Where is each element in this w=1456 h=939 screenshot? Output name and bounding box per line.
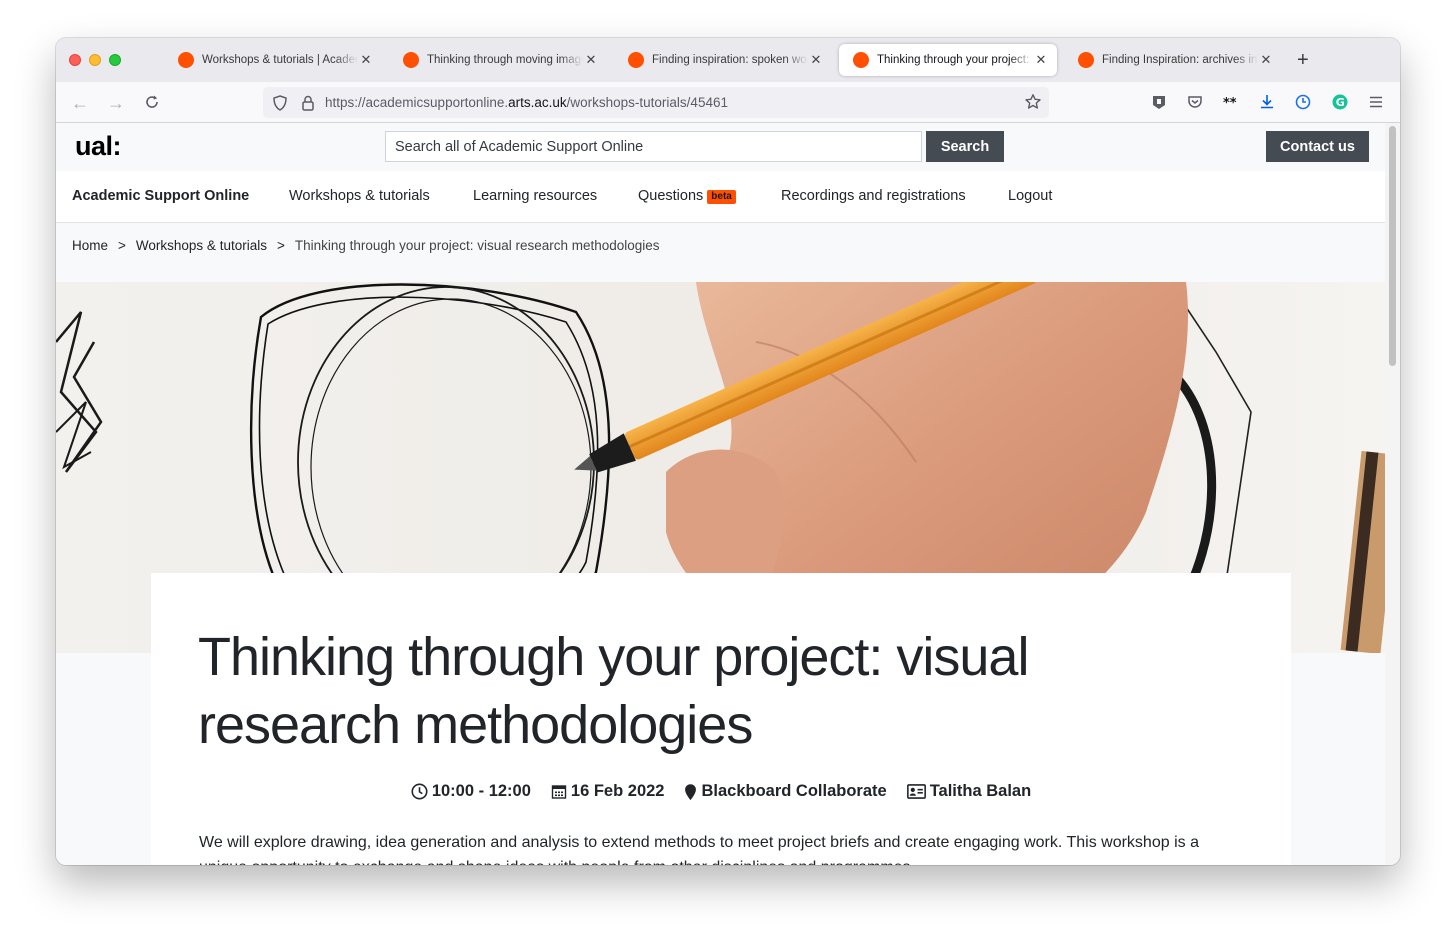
tab-title: Thinking through your project: visual re… <box>877 54 1033 66</box>
nav-item-recordings[interactable]: Recordings and registrations <box>781 188 966 204</box>
site-search-input[interactable] <box>385 131 922 162</box>
ual-favicon-icon <box>178 52 194 68</box>
extension-icon[interactable] <box>1150 93 1168 111</box>
svg-text:**: ** <box>1223 96 1237 111</box>
close-tab-icon[interactable]: ✕ <box>1033 52 1049 68</box>
event-time: 10:00 - 12:00 <box>411 782 531 801</box>
tab-strip: Workshops & tutorials | Academic Support… <box>56 38 1400 82</box>
search-button[interactable]: Search <box>926 131 1004 162</box>
nav-item-questions-label: Questions <box>638 188 704 204</box>
ual-favicon-icon <box>1078 52 1094 68</box>
download-icon[interactable] <box>1258 93 1276 111</box>
browser-tab[interactable]: Workshops & tutorials | Academic Support… <box>164 44 382 76</box>
nav-item-logout[interactable]: Logout <box>1008 188 1052 204</box>
page-viewport: ual: Search Contact us Academic Support … <box>56 123 1385 865</box>
grammarly-icon[interactable]: G <box>1331 93 1349 111</box>
back-arrow-icon[interactable]: ← <box>69 92 91 114</box>
close-window-button[interactable] <box>69 54 81 66</box>
id-card-icon <box>906 784 926 799</box>
url-text[interactable]: https://academicsupportonline.arts.ac.uk… <box>325 95 728 110</box>
browser-tab-active[interactable]: Thinking through your project: visual re… <box>839 44 1057 76</box>
breadcrumb: Home > Workshops & tutorials > Thinking thro… <box>72 238 660 253</box>
breadcrumb-section-link[interactable]: Workshops & tutorials <box>136 238 267 253</box>
page-scrollbar[interactable] <box>1385 123 1400 865</box>
hamburger-menu-icon[interactable] <box>1367 93 1385 111</box>
extension-stars-icon[interactable]: ** <box>1222 93 1240 111</box>
main-navigation: Academic Support Online Workshops & tuto… <box>56 171 1385 223</box>
beta-badge: beta <box>707 190 736 204</box>
nav-item-learning-resources[interactable]: Learning resources <box>473 188 597 204</box>
breadcrumb-current: Thinking through your project: visual re… <box>294 238 660 253</box>
tracking-shield-icon[interactable] <box>271 94 289 112</box>
site-header: ual: Search Contact us <box>56 123 1385 171</box>
event-date-text: 16 Feb 2022 <box>570 782 665 800</box>
event-location: Blackboard Collaborate <box>684 782 887 801</box>
ual-favicon-icon <box>628 52 644 68</box>
minimize-window-button[interactable] <box>89 54 101 66</box>
maximize-window-button[interactable] <box>109 54 121 66</box>
nav-item-questions[interactable]: Questions beta <box>638 188 736 204</box>
event-card: Thinking through your project: visual re… <box>151 573 1291 865</box>
nav-brand-link[interactable]: Academic Support Online <box>72 188 249 204</box>
tab-title: Finding Inspiration: archives in context <box>1102 54 1258 66</box>
event-date: 16 Feb 2022 <box>551 782 665 801</box>
pocket-icon[interactable] <box>1186 93 1204 111</box>
breadcrumb-separator: > <box>276 238 285 253</box>
tab-title: Workshops & tutorials | Academic Support… <box>202 54 358 66</box>
new-tab-plus-icon[interactable]: + <box>1297 49 1309 72</box>
event-host-text: Talitha Balan <box>929 782 1032 800</box>
event-location-text: Blackboard Collaborate <box>701 782 887 800</box>
page-title: Thinking through your project: visual re… <box>198 627 1029 755</box>
browser-tab[interactable]: Finding Inspiration: archives in context… <box>1064 44 1282 76</box>
event-host: Talitha Balan <box>906 782 1032 801</box>
browser-tab[interactable]: Thinking through moving image ✕ <box>389 44 607 76</box>
nav-item-workshops[interactable]: Workshops & tutorials <box>289 188 430 204</box>
bookmark-star-icon[interactable] <box>1024 93 1042 111</box>
tab-title: Finding inspiration: spoken word <box>652 54 808 66</box>
map-pin-icon <box>685 783 697 800</box>
calendar-icon <box>551 785 567 799</box>
breadcrumb-separator: > <box>118 238 126 253</box>
clock-icon <box>411 783 428 800</box>
forward-arrow-icon[interactable]: → <box>105 92 127 114</box>
browser-toolbar: ← → https://academicsupportonline.arts.a… <box>56 82 1400 123</box>
scrollbar-thumb[interactable] <box>1389 126 1396 366</box>
browser-tab[interactable]: Finding inspiration: spoken word ✕ <box>614 44 832 76</box>
contact-us-button[interactable]: Contact us <box>1266 131 1369 162</box>
clock-extension-icon[interactable] <box>1294 93 1312 111</box>
close-tab-icon[interactable]: ✕ <box>1258 52 1274 68</box>
url-path: /workshops-tutorials/45461 <box>566 95 728 110</box>
close-tab-icon[interactable]: ✕ <box>808 52 824 68</box>
event-description: We will explore drawing, idea generation… <box>199 834 1199 865</box>
ual-logo[interactable]: ual: <box>75 131 122 162</box>
ual-favicon-icon <box>403 52 419 68</box>
ual-favicon-icon <box>853 52 869 68</box>
browser-window: Workshops & tutorials | Academic Support… <box>56 38 1400 865</box>
event-time-text: 10:00 - 12:00 <box>431 782 531 800</box>
breadcrumb-home-link[interactable]: Home <box>72 238 108 253</box>
svg-text:G: G <box>1336 96 1345 109</box>
tab-title: Thinking through moving image <box>427 54 583 66</box>
padlock-icon[interactable] <box>299 94 317 112</box>
close-tab-icon[interactable]: ✕ <box>358 52 374 68</box>
reload-icon[interactable] <box>143 93 161 111</box>
url-prefix: https://academicsupportonline. <box>325 95 509 110</box>
address-bar[interactable]: https://academicsupportonline.arts.ac.uk… <box>263 87 1049 118</box>
url-domain: arts.ac.uk <box>508 95 567 110</box>
event-meta: 10:00 - 12:00 16 Feb 2022 Blackboard Col… <box>151 782 1291 801</box>
close-tab-icon[interactable]: ✕ <box>583 52 599 68</box>
